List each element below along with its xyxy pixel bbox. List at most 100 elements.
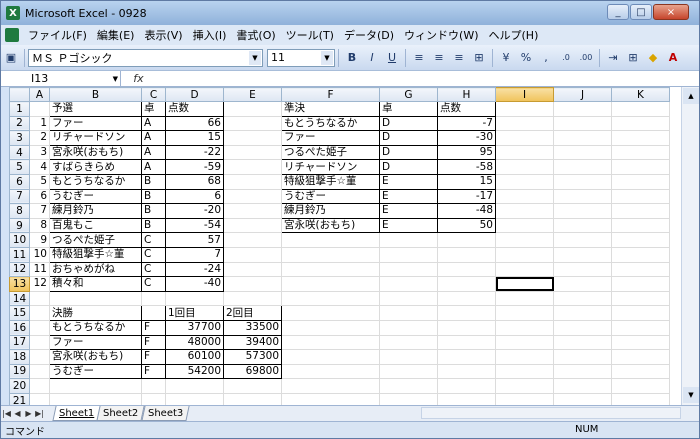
cell-f1[interactable]: 準決	[281, 101, 380, 117]
cell-h14[interactable]	[437, 290, 496, 307]
cell-a12[interactable]: 11	[29, 261, 50, 278]
cell-g5[interactable]: D	[379, 159, 438, 175]
cell-g12[interactable]	[379, 261, 438, 278]
cell-k2[interactable]	[611, 115, 670, 132]
cell-i17[interactable]	[495, 334, 554, 351]
cell-a4[interactable]: 3	[29, 144, 50, 161]
cell-k6[interactable]	[611, 173, 670, 190]
cell-k15[interactable]	[611, 305, 670, 321]
cell-a11[interactable]: 10	[29, 246, 50, 263]
cell-j3[interactable]	[553, 130, 612, 146]
cell-j21[interactable]	[553, 392, 612, 405]
cell-c12[interactable]: C	[141, 261, 166, 278]
cell-d5[interactable]: -59	[165, 159, 224, 175]
cell-h16[interactable]	[437, 319, 496, 336]
cell-j8[interactable]	[553, 203, 612, 219]
cell-h3[interactable]: -30	[437, 130, 496, 146]
cell-k7[interactable]	[611, 188, 670, 205]
borders-icon[interactable]: ⊞	[624, 49, 642, 67]
row-header[interactable]: 16	[9, 319, 30, 336]
vertical-scrollbar[interactable]: ▲ ▼	[681, 87, 699, 405]
cell-a5[interactable]: 4	[29, 159, 50, 175]
cell-h10[interactable]	[437, 232, 496, 248]
cell-b10[interactable]: つるぺた姫子	[49, 232, 142, 248]
cell-e16[interactable]: 33500	[223, 319, 282, 336]
cell-c14[interactable]	[141, 290, 166, 307]
sheet-tab[interactable]: Sheet3	[140, 406, 190, 421]
cell-g1[interactable]: 卓	[379, 101, 438, 117]
cell-j19[interactable]	[553, 363, 612, 380]
menu-item[interactable]: 表示(V)	[139, 27, 187, 43]
cell-e2[interactable]	[223, 115, 282, 132]
cell-h15[interactable]	[437, 305, 496, 321]
cell-i1[interactable]	[495, 101, 554, 117]
column-header[interactable]: E	[223, 87, 282, 102]
cell-b8[interactable]: 練月鈴乃	[49, 203, 142, 219]
cell-g8[interactable]: E	[379, 203, 438, 219]
cell-c10[interactable]: C	[141, 232, 166, 248]
cell-k4[interactable]	[611, 144, 670, 161]
cell-b7[interactable]: うむぎー	[49, 188, 142, 205]
cell-e7[interactable]	[223, 188, 282, 205]
cell-k18[interactable]	[611, 349, 670, 365]
cell-i8[interactable]	[495, 203, 554, 219]
cell-b19[interactable]: うむぎー	[49, 363, 142, 380]
cell-b13[interactable]: 積々和	[49, 276, 142, 292]
cell-h11[interactable]	[437, 246, 496, 263]
cell-k20[interactable]	[611, 378, 670, 394]
cell-e19[interactable]: 69800	[223, 363, 282, 380]
cell-h2[interactable]: -7	[437, 115, 496, 132]
menu-item[interactable]: ファイル(F)	[23, 27, 92, 43]
cell-j17[interactable]	[553, 334, 612, 351]
cell-j10[interactable]	[553, 232, 612, 248]
cell-h7[interactable]: -17	[437, 188, 496, 205]
row-header[interactable]: 13	[9, 276, 30, 292]
cell-h1[interactable]: 点数	[437, 101, 496, 117]
formula-input[interactable]	[156, 71, 699, 86]
cell-j20[interactable]	[553, 378, 612, 394]
cell-b4[interactable]: 宮永咲(おもち)	[49, 144, 142, 161]
cell-c4[interactable]: A	[141, 144, 166, 161]
cell-i3[interactable]	[495, 130, 554, 146]
row-header[interactable]: 9	[9, 217, 30, 234]
cell-j16[interactable]	[553, 319, 612, 336]
cell-f3[interactable]: ファー	[281, 130, 380, 146]
cell-f18[interactable]	[281, 349, 380, 365]
menu-item[interactable]: ウィンドウ(W)	[399, 27, 483, 43]
cell-j4[interactable]	[553, 144, 612, 161]
cell-a13[interactable]: 12	[29, 276, 50, 292]
cell-g10[interactable]	[379, 232, 438, 248]
cell-j9[interactable]	[553, 217, 612, 234]
row-header[interactable]: 8	[9, 203, 30, 219]
cell-g13[interactable]	[379, 276, 438, 292]
cell-g16[interactable]	[379, 319, 438, 336]
cell-k1[interactable]	[611, 101, 670, 117]
cell-k13[interactable]	[611, 276, 670, 292]
cell-h21[interactable]	[437, 392, 496, 405]
sheet-tab[interactable]: Sheet1	[52, 406, 101, 421]
cell-a21[interactable]	[29, 392, 50, 405]
cell-g3[interactable]: D	[379, 130, 438, 146]
chevron-down-icon[interactable]: ▼	[113, 75, 118, 83]
cell-g19[interactable]	[379, 363, 438, 380]
cell-j11[interactable]	[553, 246, 612, 263]
cell-f17[interactable]	[281, 334, 380, 351]
cell-c17[interactable]: F	[141, 334, 166, 351]
cell-f13[interactable]	[281, 276, 380, 292]
cell-a8[interactable]: 7	[29, 203, 50, 219]
menu-item[interactable]: データ(D)	[339, 27, 399, 43]
cell-d12[interactable]: -24	[165, 261, 224, 278]
cell-b17[interactable]: ファー	[49, 334, 142, 351]
cell-a15[interactable]	[29, 305, 50, 321]
cell-a17[interactable]	[29, 334, 50, 351]
cell-f20[interactable]	[281, 378, 380, 394]
select-all-corner[interactable]	[9, 87, 30, 102]
row-header[interactable]: 6	[9, 173, 30, 190]
cell-j2[interactable]	[553, 115, 612, 132]
cell-d13[interactable]: -40	[165, 276, 224, 292]
column-header[interactable]: H	[437, 87, 496, 102]
cell-g17[interactable]	[379, 334, 438, 351]
prev-sheet-icon[interactable]: ◀	[12, 409, 23, 418]
menu-item[interactable]: ツール(T)	[281, 27, 339, 43]
cell-f21[interactable]	[281, 392, 380, 405]
